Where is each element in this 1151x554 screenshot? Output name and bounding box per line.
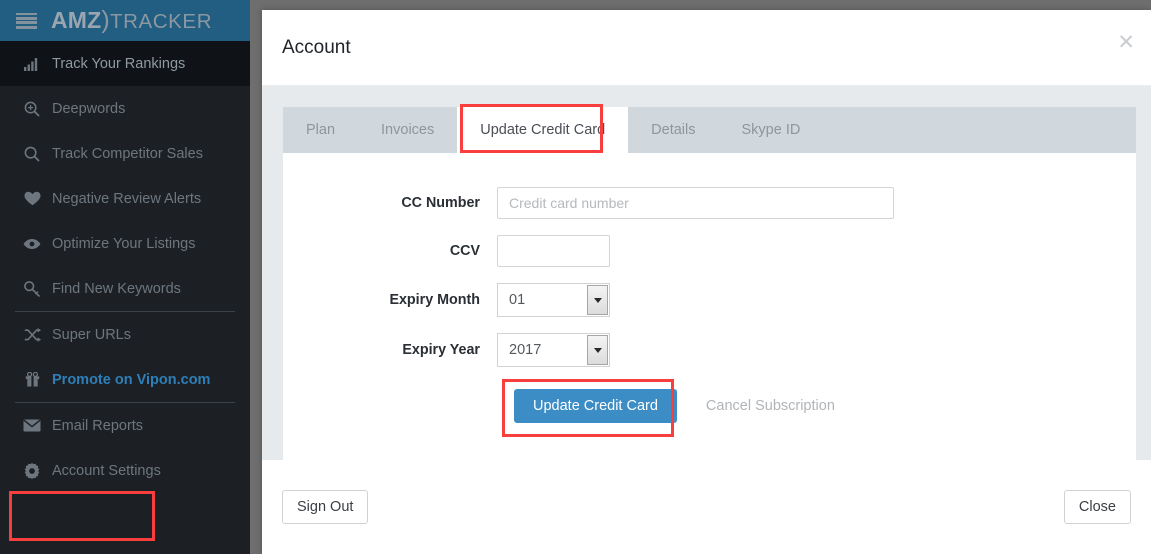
modal-body: Plan Invoices Update Credit Card Details…: [262, 86, 1151, 460]
form-row-expiry-month: Expiry Month 01: [283, 283, 1136, 317]
form-row-cc-number: CC Number: [283, 187, 1136, 219]
shuffle-icon: [12, 327, 52, 342]
close-icon[interactable]: ✕: [1117, 32, 1135, 53]
tab-plan[interactable]: Plan: [283, 107, 358, 153]
ccv-label: CCV: [449, 243, 480, 259]
brand-name-light: TRACKER: [109, 10, 213, 33]
sidebar-item-email-reports[interactable]: Email Reports: [0, 403, 250, 448]
sidebar-item-deepwords[interactable]: Deepwords: [0, 86, 250, 131]
gear-icon: [12, 462, 52, 479]
update-credit-card-button[interactable]: Update Credit Card: [514, 389, 677, 423]
tab-update-credit-card[interactable]: Update Credit Card: [457, 107, 629, 153]
cc-number-label: CC Number: [401, 195, 480, 211]
bar-chart-icon: [12, 57, 52, 71]
tab-content-update-credit-card: CC Number CCV Expiry Month: [283, 153, 1136, 460]
sidebar-item-label: Deepwords: [52, 100, 126, 117]
brand-bar: AMZ)TRACKER: [0, 0, 250, 41]
sidebar-item-label: Promote on Vipon.com: [52, 371, 211, 388]
chevron-down-icon[interactable]: [587, 335, 608, 365]
app-root: AMZ)TRACKER Track Your Rankings Deepword…: [0, 0, 1151, 554]
sidebar-nav: Track Your Rankings Deepwords Track Comp…: [0, 41, 250, 493]
hamburger-icon[interactable]: [16, 12, 37, 29]
sidebar-item-label: Track Competitor Sales: [52, 145, 203, 162]
ccv-control: [497, 235, 610, 267]
expiry-year-label: Expiry Year: [402, 342, 480, 358]
eye-icon: [12, 238, 52, 250]
sign-out-button[interactable]: Sign Out: [282, 490, 369, 524]
tab-panel: Plan Invoices Update Credit Card Details…: [283, 107, 1136, 460]
expiry-month-select[interactable]: 01: [497, 283, 610, 317]
expiry-month-value: 01: [509, 292, 526, 308]
heart-icon: [12, 191, 52, 206]
form-actions: Update Credit Card Cancel Subscription: [283, 389, 1136, 423]
brand-logo-text: AMZ)TRACKER: [51, 6, 212, 35]
sidebar-item-account-settings[interactable]: Account Settings: [0, 448, 250, 493]
sidebar-item-track-your-rankings[interactable]: Track Your Rankings: [0, 41, 250, 86]
tab-skype-id[interactable]: Skype ID: [718, 107, 823, 153]
highlight-account-settings: [9, 491, 155, 541]
sidebar-item-label: Account Settings: [52, 462, 161, 479]
account-modal: Account ✕ Plan Invoices Update Credit Ca…: [262, 10, 1151, 554]
sidebar-item-optimize-your-listings[interactable]: Optimize Your Listings: [0, 221, 250, 266]
expiry-year-select[interactable]: 2017: [497, 333, 610, 367]
form-row-ccv: CCV: [283, 235, 1136, 267]
expiry-month-label: Expiry Month: [389, 292, 480, 308]
tab-details[interactable]: Details: [628, 107, 718, 153]
zoom-in-icon: [12, 101, 52, 117]
envelope-icon: [12, 419, 52, 432]
sidebar-item-super-urls[interactable]: Super URLs: [0, 312, 250, 357]
sidebar-item-label: Negative Review Alerts: [52, 190, 202, 207]
close-button[interactable]: Close: [1063, 490, 1131, 524]
sidebar-item-track-competitor-sales[interactable]: Track Competitor Sales: [0, 131, 250, 176]
sidebar-item-label: Optimize Your Listings: [52, 235, 196, 252]
cancel-subscription-link[interactable]: Cancel Subscription: [706, 398, 835, 414]
brand-name-bold: AMZ: [51, 7, 102, 33]
sidebar-item-label: Find New Keywords: [52, 280, 181, 297]
gift-icon: [12, 372, 52, 387]
cc-number-control: [497, 187, 894, 219]
tab-bar: Plan Invoices Update Credit Card Details…: [283, 107, 1136, 153]
sidebar-item-promote-on-vipon[interactable]: Promote on Vipon.com: [0, 357, 250, 402]
search-icon: [12, 146, 52, 162]
sidebar-item-negative-review-alerts[interactable]: Negative Review Alerts: [0, 176, 250, 221]
sidebar: AMZ)TRACKER Track Your Rankings Deepword…: [0, 0, 250, 554]
expiry-year-control: 2017: [497, 333, 610, 367]
modal-footer: Sign Out Close: [262, 460, 1151, 554]
sidebar-item-label: Track Your Rankings: [52, 55, 186, 72]
key-icon: [12, 280, 52, 297]
sidebar-item-find-new-keywords[interactable]: Find New Keywords: [0, 266, 250, 311]
page-title: Account: [282, 36, 351, 58]
expiry-month-control: 01: [497, 283, 610, 317]
expiry-year-value: 2017: [509, 342, 542, 358]
chevron-down-icon[interactable]: [587, 285, 608, 315]
tab-invoices[interactable]: Invoices: [358, 107, 457, 153]
sidebar-item-label: Super URLs: [52, 326, 131, 343]
form-row-expiry-year: Expiry Year 2017: [283, 333, 1136, 367]
modal-header: Account ✕: [262, 10, 1151, 86]
sidebar-item-label: Email Reports: [52, 417, 144, 434]
brand-paren: ): [101, 6, 110, 34]
cc-number-input[interactable]: [497, 187, 894, 219]
ccv-input[interactable]: [497, 235, 610, 267]
